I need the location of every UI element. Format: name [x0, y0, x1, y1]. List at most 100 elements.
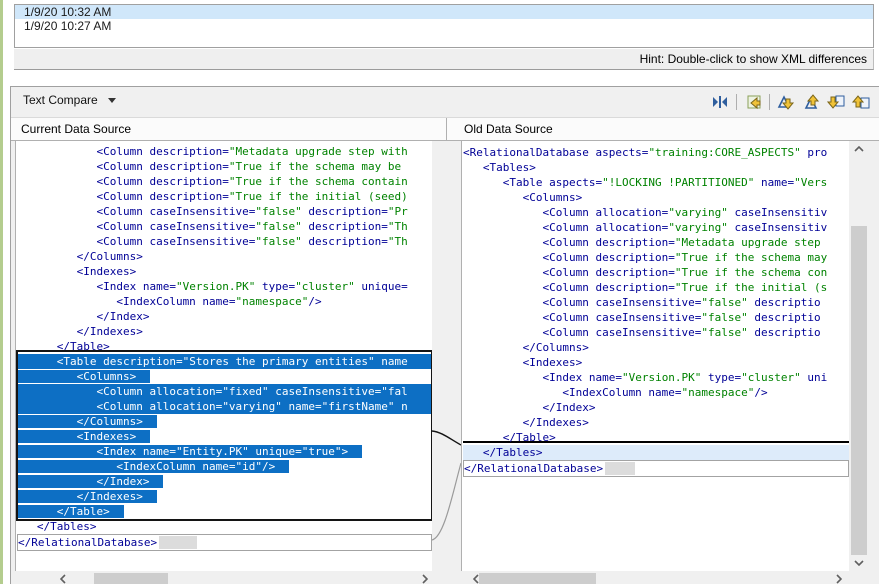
code-line: <Column caseInsensitive="false" descript…: [463, 295, 849, 310]
left-horizontal-scrollbar[interactable]: [56, 572, 432, 584]
code-line: <Column allocation="varying" caseInsensi…: [463, 205, 849, 220]
code-line: <Column caseInsensitive="false" descript…: [463, 325, 849, 340]
diff-filler-block: [605, 462, 635, 475]
toolbar-separator: [769, 94, 770, 110]
scroll-left-button[interactable]: [56, 572, 70, 584]
history-item[interactable]: 1/9/20 10:32 AM: [15, 5, 873, 19]
scroll-right-button[interactable]: [832, 572, 846, 584]
code-line: <Column description="True if the schema …: [17, 159, 432, 174]
compare-mode-label: Text Compare: [23, 93, 98, 107]
copy-change-right-to-left-button[interactable]: [743, 92, 763, 112]
code-line: <Table aspects="!LOCKING !PARTITIONED" n…: [463, 175, 849, 190]
code-line: <Column description="True if the schema …: [463, 265, 849, 280]
code-line: </Table>: [17, 504, 432, 519]
previous-change-icon: [852, 94, 870, 110]
chevron-down-icon: [108, 98, 116, 107]
next-difference-button[interactable]: [776, 92, 796, 112]
compare-mode-selector[interactable]: Text Compare: [23, 93, 116, 107]
code-line: <Columns>: [17, 369, 432, 384]
diff-filler-block: [159, 536, 197, 549]
version-history-list[interactable]: 1/9/20 10:32 AM 1/9/20 10:27 AM: [14, 4, 874, 48]
code-line: </Tables>: [463, 445, 849, 460]
right-horizontal-scroll-thumb[interactable]: [479, 573, 596, 584]
code-line: </Indexes>: [17, 324, 432, 339]
code-line: <Indexes>: [17, 264, 432, 279]
chevron-right-icon: [422, 574, 428, 584]
code-line: <Table description="Stores the primary e…: [17, 354, 432, 369]
code-line: <Column description="True if the initial…: [17, 189, 432, 204]
code-line: <Column description="True if the initial…: [463, 280, 849, 295]
diff-connector-gutter: [432, 141, 461, 571]
code-line: <Column description="Metadata upgrade st…: [463, 235, 849, 250]
compare-frame: Text Compare: [10, 86, 879, 584]
code-line: <Column allocation="varying" name="first…: [17, 399, 432, 414]
code-line: <Column caseInsensitive="false" descript…: [17, 219, 432, 234]
code-line: <Column caseInsensitive="false" descript…: [463, 310, 849, 325]
code-line: </Index>: [463, 400, 849, 415]
code-line: <RelationalDatabase aspects="training:CO…: [463, 145, 849, 160]
vertical-scrollbar[interactable]: [850, 141, 868, 571]
code-line: <Index name="Version.PK" type="cluster" …: [17, 279, 432, 294]
code-line: </Index>: [17, 474, 432, 489]
code-line: </Columns>: [17, 249, 432, 264]
code-line: <Column description="True if the schema …: [17, 174, 432, 189]
code-line: </Indexes>: [17, 489, 432, 504]
code-line: </RelationalDatabase>: [17, 534, 432, 551]
code-line: <Column caseInsensitive="false" descript…: [17, 234, 432, 249]
next-change-button[interactable]: [826, 92, 846, 112]
compare-toolbar: Text Compare: [11, 87, 879, 118]
code-line: <Index name="Version.PK" type="cluster" …: [463, 370, 849, 385]
code-line: <Indexes>: [17, 429, 432, 444]
right-horizontal-scrollbar[interactable]: [469, 572, 846, 584]
right-code-pane[interactable]: <RelationalDatabase aspects="training:CO…: [461, 141, 849, 571]
editor-accent-strip: [0, 0, 3, 584]
code-line: </Columns>: [463, 340, 849, 355]
next-difference-icon: [777, 94, 795, 110]
code-line: </Table>: [17, 339, 432, 354]
chevron-left-icon: [60, 574, 66, 584]
compare-editor-root: 1/9/20 10:32 AM 1/9/20 10:27 AM Hint: Do…: [0, 0, 879, 584]
code-line: <Column description="True if the schema …: [463, 250, 849, 265]
history-timestamp: 1/9/20 10:32 AM: [24, 5, 111, 19]
history-timestamp: 1/9/20 10:27 AM: [24, 19, 111, 33]
history-item[interactable]: 1/9/20 10:27 AM: [15, 19, 873, 33]
code-line: <IndexColumn name="id"/>: [17, 459, 432, 474]
code-line: <Indexes>: [463, 355, 849, 370]
code-line: <Column caseInsensitive="false" descript…: [17, 204, 432, 219]
code-line: <Index name="Entity.PK" unique="true">: [17, 444, 432, 459]
swap-left-right-icon: [712, 94, 728, 110]
code-line: <IndexColumn name="namespace"/>: [463, 385, 849, 400]
previous-difference-button[interactable]: [801, 92, 821, 112]
code-line: <Column description="Metadata upgrade st…: [17, 144, 432, 159]
pane-headers: Current Data Source Old Data Source: [11, 118, 879, 141]
vertical-scroll-thumb[interactable]: [851, 226, 867, 555]
scroll-down-button[interactable]: [850, 555, 868, 571]
previous-difference-icon: [802, 94, 820, 110]
left-horizontal-scroll-thumb[interactable]: [94, 573, 168, 584]
code-line: <Tables>: [463, 160, 849, 175]
code-line: </Index>: [17, 309, 432, 324]
diff-connector-curves: [432, 141, 461, 571]
copy-change-right-to-left-icon: [745, 94, 761, 110]
code-line: <Column allocation="fixed" caseInsensiti…: [17, 384, 432, 399]
code-line: </Columns>: [17, 414, 432, 429]
chevron-right-icon: [836, 574, 842, 584]
swap-left-right-button[interactable]: [710, 92, 730, 112]
code-line: </RelationalDatabase>: [463, 460, 849, 477]
compare-toolbar-icons: [710, 92, 871, 112]
code-line: <Columns>: [463, 190, 849, 205]
left-pane-header: Current Data Source: [12, 118, 447, 140]
left-code-pane[interactable]: <Column description="Metadata upgrade st…: [15, 141, 432, 571]
hint-text: Hint: Double-click to show XML differenc…: [640, 52, 867, 66]
scroll-right-button[interactable]: [418, 572, 432, 584]
chevron-up-icon: [854, 146, 864, 152]
previous-change-button[interactable]: [851, 92, 871, 112]
right-pane-header: Old Data Source: [447, 118, 879, 140]
code-line: <IndexColumn name="namespace"/>: [17, 294, 432, 309]
scroll-up-button[interactable]: [850, 141, 868, 157]
chevron-down-icon: [854, 560, 864, 566]
left-pane-title: Current Data Source: [21, 122, 131, 136]
code-line: </Indexes>: [463, 415, 849, 430]
code-line: </Tables>: [17, 519, 432, 534]
next-change-icon: [827, 94, 845, 110]
